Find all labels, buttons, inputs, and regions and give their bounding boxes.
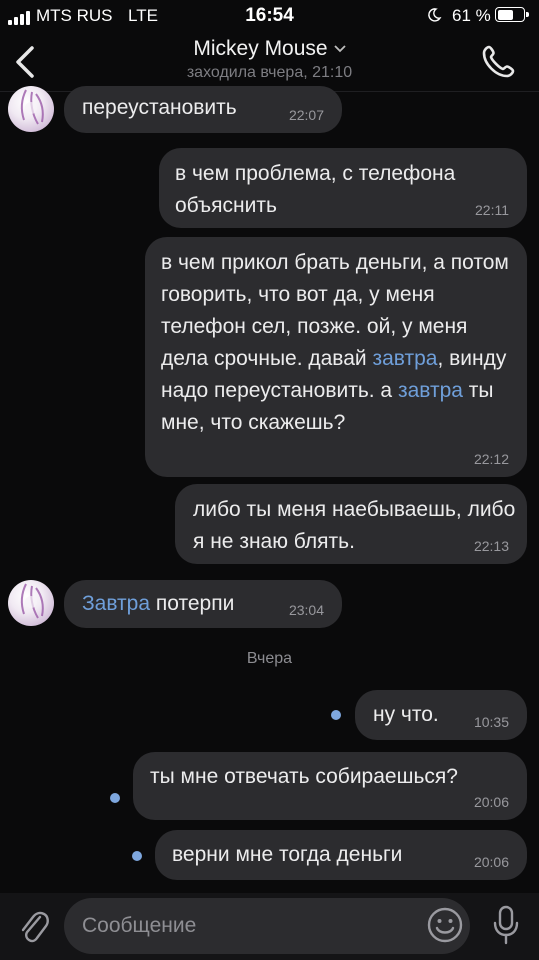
message-input[interactable]: Сообщение [64,898,470,954]
chevron-down-icon [333,45,346,53]
contact-name: Mickey Mouse [193,37,328,60]
message-link[interactable]: Завтра [82,592,150,615]
message-time: 22:13 [473,538,509,554]
unread-indicator [110,793,120,803]
message-time: 23:04 [288,602,324,618]
message-time: 22:07 [288,107,324,123]
last-seen: заходила вчера, 21:10 [186,64,353,81]
message-outgoing[interactable]: ну что. 10:35 [355,690,527,740]
status-bar: MTS RUS LTE 16:54 61 % [0,0,539,34]
message-text: в чем проблема, с телефона объяснить [175,162,456,217]
avatar[interactable] [8,86,54,132]
message-time: 22:11 [475,202,509,218]
unread-indicator [331,710,341,720]
message-outgoing[interactable]: в чем прикол брать деньги, а потом говор… [145,237,527,477]
unread-indicator [132,851,142,861]
message-incoming[interactable]: Завтра потерпи 23:04 [64,580,342,628]
contact-name-button[interactable]: Mickey Mouse [0,37,539,61]
message-text: ты мне отвечать собираешься? [150,765,458,788]
moon-icon [428,8,442,22]
phone-icon[interactable] [478,42,518,82]
paperclip-icon[interactable] [16,905,50,945]
message-time: 20:06 [473,794,509,810]
avatar[interactable] [8,580,54,626]
microphone-icon[interactable] [490,904,522,946]
day-separator: Вчера [246,650,293,667]
message-text: либо ты меня наебываешь, либо я не знаю … [193,498,516,553]
message-link[interactable]: завтра [372,347,437,370]
message-outgoing[interactable]: либо ты меня наебываешь, либо я не знаю … [175,484,527,564]
message-time: 22:12 [473,451,509,467]
battery-percent: 61 % [452,6,491,25]
message-incoming[interactable]: переустановить 22:07 [64,86,342,133]
smile-icon[interactable] [426,906,464,944]
message-outgoing[interactable]: в чем проблема, с телефона объяснить 22:… [159,148,527,228]
message-link[interactable]: завтра [398,379,463,402]
message-time: 20:06 [473,854,509,870]
message-input-placeholder: Сообщение [82,914,197,937]
battery-icon [495,7,529,22]
message-outgoing[interactable]: ты мне отвечать собираешься? 20:06 [133,752,527,820]
message-text: в чем прикол брать деньги, а потом говор… [161,251,509,434]
message-time: 10:35 [473,714,509,730]
chat-header: Mickey Mouse заходила вчера, 21:10 [0,34,539,90]
message-outgoing[interactable]: верни мне тогда деньги 20:06 [155,830,527,880]
